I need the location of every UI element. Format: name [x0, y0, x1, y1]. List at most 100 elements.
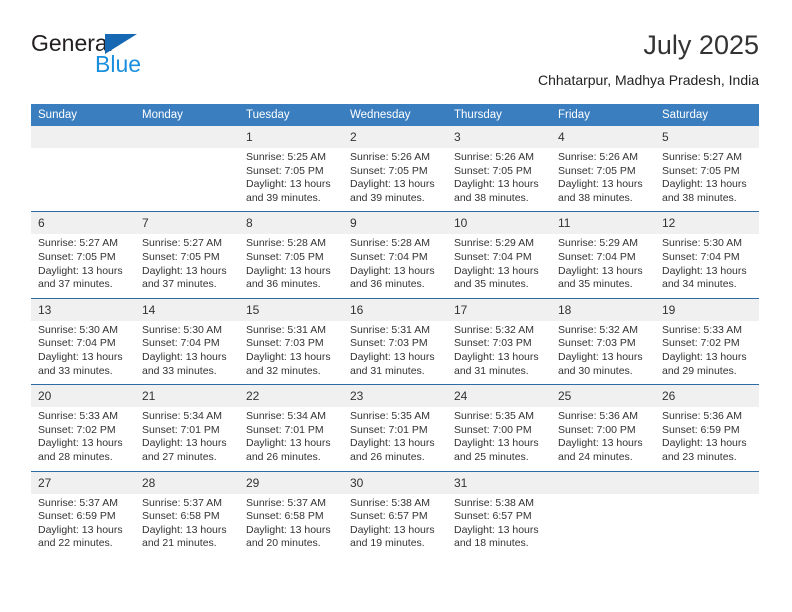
sunrise-text: Sunrise: 5:36 AM: [662, 410, 742, 423]
calendar-day-cell[interactable]: 5 Sunrise: 5:27 AM Sunset: 7:05 PM Daylight…: [655, 126, 759, 212]
sunrise-text: Sunrise: 5:38 AM: [350, 496, 430, 509]
daylight-text-line1: Daylight: 13 hours: [558, 437, 643, 450]
day-number: 1: [239, 126, 343, 148]
calendar-day-cell[interactable]: 18 Sunrise: 5:32 AM Sunset: 7:03 PM Dayligh…: [551, 297, 655, 385]
calendar-day-cell[interactable]: 30 Sunrise: 5:38 AM Sunset: 6:57 PM Dayligh…: [343, 470, 447, 557]
weekday-header-wednesday: Wednesday: [343, 104, 447, 126]
day-number: 20: [31, 385, 135, 408]
day-number: [31, 126, 135, 148]
day-number: 19: [655, 298, 759, 321]
calendar-day-cell[interactable]: 21 Sunrise: 5:34 AM Sunset: 7:01 PM Dayligh…: [135, 384, 239, 471]
calendar-day-cell[interactable]: 1 Sunrise: 5:25 AM Sunset: 7:05 PM Daylight…: [239, 126, 343, 212]
day-number: 9: [343, 212, 447, 235]
daylight-text-line2: and 36 minutes.: [246, 278, 321, 291]
sunrise-text: Sunrise: 5:29 AM: [558, 237, 638, 250]
day-details: Sunrise: 5:32 AM Sunset: 7:03 PM Daylight:…: [447, 321, 551, 384]
sunrise-text: Sunrise: 5:34 AM: [246, 410, 326, 423]
daylight-text-line2: and 36 minutes.: [350, 278, 425, 291]
weekday-header-tuesday: Tuesday: [239, 104, 343, 126]
calendar-day-cell[interactable]: 12 Sunrise: 5:30 AM Sunset: 7:04 PM Dayligh…: [655, 211, 759, 299]
calendar-day-cell[interactable]: 16 Sunrise: 5:31 AM Sunset: 7:03 PM Dayligh…: [343, 297, 447, 385]
daylight-text-line2: and 33 minutes.: [142, 364, 217, 377]
calendar-day-cell[interactable]: 31 Sunrise: 5:38 AM Sunset: 6:57 PM Dayligh…: [447, 470, 551, 557]
daylight-text-line1: Daylight: 13 hours: [38, 264, 123, 277]
day-number: 11: [551, 212, 655, 235]
weekday-header-monday: Monday: [135, 104, 239, 126]
day-number: 29: [239, 471, 343, 494]
calendar-day-cell[interactable]: 15 Sunrise: 5:31 AM Sunset: 7:03 PM Dayligh…: [239, 297, 343, 385]
day-number: 6: [31, 212, 135, 235]
day-number: [135, 126, 239, 148]
day-number: [655, 471, 759, 494]
calendar-day-cell[interactable]: 22 Sunrise: 5:34 AM Sunset: 7:01 PM Dayligh…: [239, 384, 343, 471]
sunrise-text: Sunrise: 5:27 AM: [662, 151, 742, 163]
daylight-text-line1: Daylight: 13 hours: [38, 350, 123, 363]
day-number: 4: [551, 126, 655, 148]
calendar-day-cell[interactable]: 10 Sunrise: 5:29 AM Sunset: 7:04 PM Dayligh…: [447, 211, 551, 299]
calendar-day-cell[interactable]: 11 Sunrise: 5:29 AM Sunset: 7:04 PM Dayligh…: [551, 211, 655, 299]
sunset-text: Sunset: 7:00 PM: [558, 423, 636, 436]
daylight-text-line1: Daylight: 13 hours: [350, 350, 435, 363]
calendar-day-cell[interactable]: 27 Sunrise: 5:37 AM Sunset: 6:59 PM Dayligh…: [31, 470, 135, 557]
sunrise-text: Sunrise: 5:30 AM: [38, 323, 118, 336]
sunset-text: Sunset: 7:05 PM: [246, 164, 324, 177]
calendar-empty-cell: [551, 470, 655, 557]
general-blue-logo[interactable]: General Blue: [31, 30, 231, 86]
sunset-text: Sunset: 7:02 PM: [38, 423, 116, 436]
calendar-day-cell[interactable]: 23 Sunrise: 5:35 AM Sunset: 7:01 PM Dayligh…: [343, 384, 447, 471]
calendar-day-cell[interactable]: 9 Sunrise: 5:28 AM Sunset: 7:04 PM Daylight…: [343, 211, 447, 299]
daylight-text-line1: Daylight: 13 hours: [246, 178, 331, 191]
calendar-day-cell[interactable]: 4 Sunrise: 5:26 AM Sunset: 7:05 PM Daylight…: [551, 126, 655, 212]
daylight-text-line1: Daylight: 13 hours: [246, 523, 331, 536]
sunset-text: Sunset: 6:59 PM: [662, 423, 740, 436]
calendar-day-cell[interactable]: 20 Sunrise: 5:33 AM Sunset: 7:02 PM Dayligh…: [31, 384, 135, 471]
day-details: Sunrise: 5:37 AM Sunset: 6:58 PM Daylight:…: [239, 494, 343, 557]
daylight-text-line2: and 20 minutes.: [246, 537, 321, 550]
calendar-day-cell[interactable]: 26 Sunrise: 5:36 AM Sunset: 6:59 PM Dayligh…: [655, 384, 759, 471]
calendar-day-cell[interactable]: 13 Sunrise: 5:30 AM Sunset: 7:04 PM Dayligh…: [31, 297, 135, 385]
sunset-text: Sunset: 7:03 PM: [454, 337, 532, 350]
daylight-text-line2: and 28 minutes.: [38, 450, 113, 463]
calendar-day-cell[interactable]: 24 Sunrise: 5:35 AM Sunset: 7:00 PM Dayligh…: [447, 384, 551, 471]
daylight-text-line1: Daylight: 13 hours: [246, 264, 331, 277]
day-details: Sunrise: 5:36 AM Sunset: 6:59 PM Daylight:…: [655, 407, 759, 470]
location-subtitle: Chhatarpur, Madhya Pradesh, India: [537, 72, 759, 88]
title-block: July 2025 Chhatarpur, Madhya Pradesh, In…: [538, 28, 759, 90]
calendar-day-cell[interactable]: 8 Sunrise: 5:28 AM Sunset: 7:05 PM Daylight…: [239, 211, 343, 299]
sunrise-text: Sunrise: 5:25 AM: [246, 151, 326, 163]
day-number: 24: [447, 385, 551, 408]
weekday-header-friday: Friday: [551, 104, 655, 126]
day-details: Sunrise: 5:35 AM Sunset: 7:00 PM Daylight:…: [447, 407, 551, 470]
calendar-day-cell[interactable]: 2 Sunrise: 5:26 AM Sunset: 7:05 PM Daylight…: [343, 126, 447, 212]
day-details: Sunrise: 5:37 AM Sunset: 6:58 PM Daylight:…: [135, 494, 239, 557]
sunset-text: Sunset: 7:01 PM: [246, 423, 324, 436]
calendar-day-cell[interactable]: 25 Sunrise: 5:36 AM Sunset: 7:00 PM Dayligh…: [551, 384, 655, 471]
day-number: 12: [655, 212, 759, 235]
daylight-text-line1: Daylight: 13 hours: [454, 264, 539, 277]
day-details: Sunrise: 5:33 AM Sunset: 7:02 PM Daylight:…: [655, 321, 759, 384]
daylight-text-line1: Daylight: 13 hours: [662, 178, 747, 191]
day-details: Sunrise: 5:38 AM Sunset: 6:57 PM Daylight:…: [447, 494, 551, 557]
calendar-day-cell[interactable]: 28 Sunrise: 5:37 AM Sunset: 6:58 PM Dayligh…: [135, 470, 239, 557]
day-details: Sunrise: 5:26 AM Sunset: 7:05 PM Daylight:…: [447, 148, 551, 211]
calendar-empty-cell: [655, 470, 759, 557]
daylight-text-line2: and 30 minutes.: [558, 364, 633, 377]
calendar-day-cell[interactable]: 3 Sunrise: 5:26 AM Sunset: 7:05 PM Daylight…: [447, 126, 551, 212]
daylight-text-line2: and 19 minutes.: [350, 537, 425, 550]
calendar-day-cell[interactable]: 7 Sunrise: 5:27 AM Sunset: 7:05 PM Daylight…: [135, 211, 239, 299]
calendar-day-cell[interactable]: 29 Sunrise: 5:37 AM Sunset: 6:58 PM Dayligh…: [239, 470, 343, 557]
calendar-day-cell[interactable]: 14 Sunrise: 5:30 AM Sunset: 7:04 PM Dayligh…: [135, 297, 239, 385]
day-number: 28: [135, 471, 239, 494]
weekday-header-sunday: Sunday: [31, 104, 135, 126]
calendar-week-row: 1 Sunrise: 5:25 AM Sunset: 7:05 PM Daylight…: [31, 126, 759, 212]
daylight-text-line1: Daylight: 13 hours: [454, 350, 539, 363]
sunset-text: Sunset: 7:04 PM: [38, 337, 116, 350]
daylight-text-line2: and 21 minutes.: [142, 537, 217, 550]
calendar-day-cell[interactable]: 17 Sunrise: 5:32 AM Sunset: 7:03 PM Dayligh…: [447, 297, 551, 385]
day-number: 26: [655, 385, 759, 408]
sunrise-text: Sunrise: 5:27 AM: [142, 237, 222, 250]
calendar-day-cell[interactable]: 6 Sunrise: 5:27 AM Sunset: 7:05 PM Daylight…: [31, 211, 135, 299]
calendar-day-cell[interactable]: 19 Sunrise: 5:33 AM Sunset: 7:02 PM Dayligh…: [655, 297, 759, 385]
sunrise-text: Sunrise: 5:26 AM: [454, 151, 534, 163]
daylight-text-line2: and 37 minutes.: [142, 278, 217, 291]
